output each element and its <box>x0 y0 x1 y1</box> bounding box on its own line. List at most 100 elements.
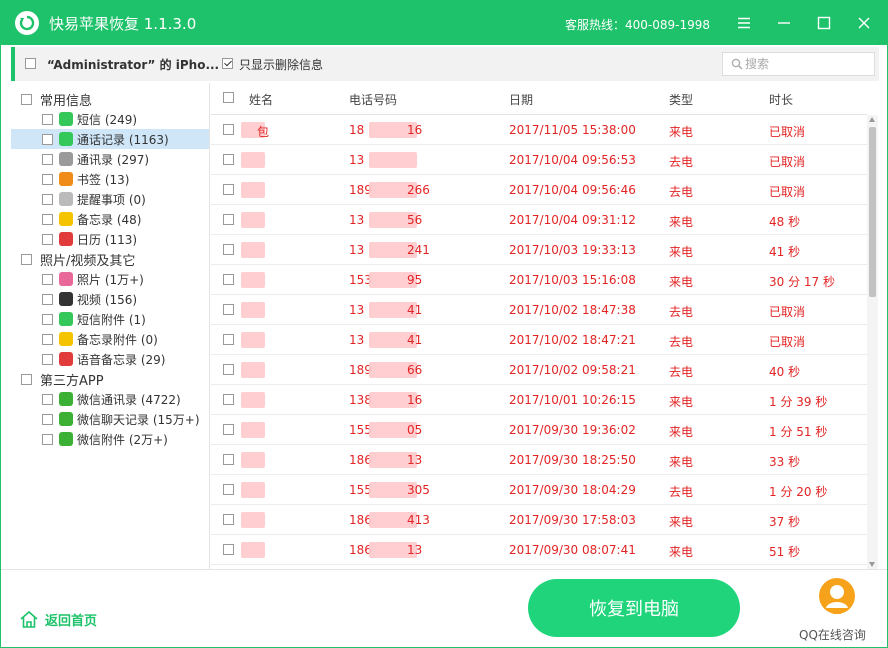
category-label[interactable]: 照片/视频及其它 <box>40 250 135 269</box>
item-checkbox[interactable] <box>42 173 53 185</box>
row-checkbox[interactable] <box>223 244 234 255</box>
item-checkbox[interactable] <box>42 293 53 305</box>
table-row[interactable]: 155 05 2017/09/30 19:36:02 来电 1 分 51 秒 <box>211 415 867 445</box>
sidebar-item[interactable]: 备忘录 (48) <box>11 209 209 229</box>
row-checkbox[interactable] <box>223 484 234 495</box>
row-checkbox[interactable] <box>223 514 234 525</box>
menu-icon[interactable] <box>732 11 756 35</box>
only-deleted-label[interactable]: 只显示删除信息 <box>239 56 323 73</box>
row-checkbox[interactable] <box>223 544 234 555</box>
row-checkbox[interactable] <box>223 274 234 285</box>
item-checkbox[interactable] <box>42 213 53 225</box>
sidebar-item[interactable]: 微信聊天记录 (15万+) <box>11 409 209 429</box>
table-row[interactable]: 186 13 2017/09/30 08:07:41 来电 51 秒 <box>211 535 867 565</box>
select-all-checkbox[interactable] <box>25 58 36 69</box>
minimize-icon[interactable] <box>772 11 796 35</box>
table-row[interactable]: 189 266 2017/10/04 09:56:46 去电 已取消 <box>211 175 867 205</box>
sidebar-category[interactable]: 第三方APP <box>21 369 104 389</box>
column-header-name[interactable]: 姓名 <box>249 91 273 108</box>
table-row[interactable]: 13 2017/10/04 09:56:53 去电 已取消 <box>211 145 867 175</box>
row-checkbox[interactable] <box>223 184 234 195</box>
item-checkbox[interactable] <box>42 353 53 365</box>
sidebar-item-label[interactable]: 语音备忘录 (29) <box>77 351 165 368</box>
row-checkbox[interactable] <box>223 394 234 405</box>
row-checkbox[interactable] <box>223 334 234 345</box>
home-link[interactable]: 返回首页 <box>19 610 97 629</box>
sidebar-item-label[interactable]: 微信附件 (2万+) <box>77 431 168 448</box>
table-row[interactable]: 13 241 2017/10/03 19:33:13 来电 41 秒 <box>211 235 867 265</box>
qq-consult-icon[interactable] <box>819 578 855 614</box>
search-input[interactable] <box>745 56 865 72</box>
only-deleted-checkbox[interactable] <box>222 58 233 69</box>
item-checkbox[interactable] <box>42 433 53 445</box>
table-row[interactable]: 189 66 2017/10/02 09:58:21 去电 40 秒 <box>211 355 867 385</box>
row-checkbox[interactable] <box>223 124 234 135</box>
item-checkbox[interactable] <box>42 313 53 325</box>
sidebar-item[interactable]: 日历 (113) <box>11 229 209 249</box>
item-checkbox[interactable] <box>42 133 53 145</box>
table-row[interactable]: 153 95 2017/10/03 15:16:08 来电 30 分 17 秒 <box>211 265 867 295</box>
item-checkbox[interactable] <box>42 193 53 205</box>
maximize-icon[interactable] <box>812 11 836 35</box>
qq-consult-label[interactable]: QQ在线咨询 <box>799 626 866 643</box>
sidebar-item[interactable]: 微信通讯录 (4722) <box>11 389 209 409</box>
scrollbar-thumb[interactable] <box>869 127 876 297</box>
column-header-duration[interactable]: 时长 <box>769 91 793 108</box>
sidebar-item[interactable]: 语音备忘录 (29) <box>11 349 209 369</box>
table-row[interactable]: 186 413 2017/09/30 17:58:03 来电 37 秒 <box>211 505 867 535</box>
sidebar-item-label[interactable]: 微信通讯录 (4722) <box>77 391 181 408</box>
table-row[interactable]: 13 41 2017/10/02 18:47:38 去电 已取消 <box>211 295 867 325</box>
header-select-all-checkbox[interactable] <box>223 92 234 103</box>
row-checkbox[interactable] <box>223 424 234 435</box>
search-box[interactable] <box>722 52 875 76</box>
column-header-type[interactable]: 类型 <box>669 91 693 108</box>
sidebar-item-label[interactable]: 短信 (249) <box>77 111 137 128</box>
table-row[interactable]: 155 305 2017/09/30 18:04:29 去电 1 分 20 秒 <box>211 475 867 505</box>
row-checkbox[interactable] <box>223 454 234 465</box>
sidebar-item[interactable]: 短信附件 (1) <box>11 309 209 329</box>
sidebar-item[interactable]: 通讯录 (297) <box>11 149 209 169</box>
sidebar-item[interactable]: 照片 (1万+) <box>11 269 209 289</box>
sidebar-item-label[interactable]: 备忘录 (48) <box>77 211 141 228</box>
column-header-phone[interactable]: 电话号码 <box>349 91 397 108</box>
table-row[interactable]: 186 13 2017/09/30 18:25:50 来电 33 秒 <box>211 445 867 475</box>
row-checkbox[interactable] <box>223 154 234 165</box>
sidebar-item[interactable]: 短信 (249) <box>11 109 209 129</box>
table-row[interactable]: 包 18 16 2017/11/05 15:38:00 来电 已取消 <box>211 115 867 145</box>
category-label[interactable]: 第三方APP <box>40 370 104 389</box>
recover-to-pc-button[interactable]: 恢复到电脑 <box>528 579 740 637</box>
item-checkbox[interactable] <box>42 393 53 405</box>
row-checkbox[interactable] <box>223 364 234 375</box>
sidebar-category[interactable]: 常用信息 <box>21 89 92 109</box>
row-checkbox[interactable] <box>223 304 234 315</box>
sidebar-item[interactable]: 备忘录附件 (0) <box>11 329 209 349</box>
sidebar-item-label[interactable]: 通讯录 (297) <box>77 151 149 168</box>
home-link-label[interactable]: 返回首页 <box>45 610 97 629</box>
sidebar-item[interactable]: 提醒事项 (0) <box>11 189 209 209</box>
sidebar-item-label[interactable]: 短信附件 (1) <box>77 311 146 328</box>
category-checkbox[interactable] <box>21 373 32 385</box>
sidebar-item[interactable]: 微信附件 (2万+) <box>11 429 209 449</box>
category-checkbox[interactable] <box>21 253 32 265</box>
sidebar-item-label[interactable]: 视频 (156) <box>77 291 137 308</box>
sidebar-item-label[interactable]: 通话记录 (1163) <box>77 131 169 148</box>
item-checkbox[interactable] <box>42 273 53 285</box>
sidebar-item-label[interactable]: 备忘录附件 (0) <box>77 331 158 348</box>
sidebar-item[interactable]: 视频 (156) <box>11 289 209 309</box>
scroll-up-arrow-icon[interactable] <box>869 117 875 122</box>
table-scrollbar[interactable] <box>867 115 878 569</box>
category-label[interactable]: 常用信息 <box>40 90 92 109</box>
item-checkbox[interactable] <box>42 413 53 425</box>
table-row[interactable]: 138 16 2017/10/01 10:26:15 来电 1 分 39 秒 <box>211 385 867 415</box>
row-checkbox[interactable] <box>223 214 234 225</box>
table-row[interactable]: 13 56 2017/10/04 09:31:12 来电 48 秒 <box>211 205 867 235</box>
sidebar-category[interactable]: 照片/视频及其它 <box>21 249 135 269</box>
item-checkbox[interactable] <box>42 153 53 165</box>
sidebar-item-label[interactable]: 微信聊天记录 (15万+) <box>77 411 200 428</box>
item-checkbox[interactable] <box>42 333 53 345</box>
scroll-down-arrow-icon[interactable] <box>869 562 875 567</box>
category-checkbox[interactable] <box>21 93 32 105</box>
sidebar-item[interactable]: 书签 (13) <box>11 169 209 189</box>
sidebar-item[interactable]: 通话记录 (1163) <box>11 129 209 149</box>
close-icon[interactable] <box>852 11 876 35</box>
